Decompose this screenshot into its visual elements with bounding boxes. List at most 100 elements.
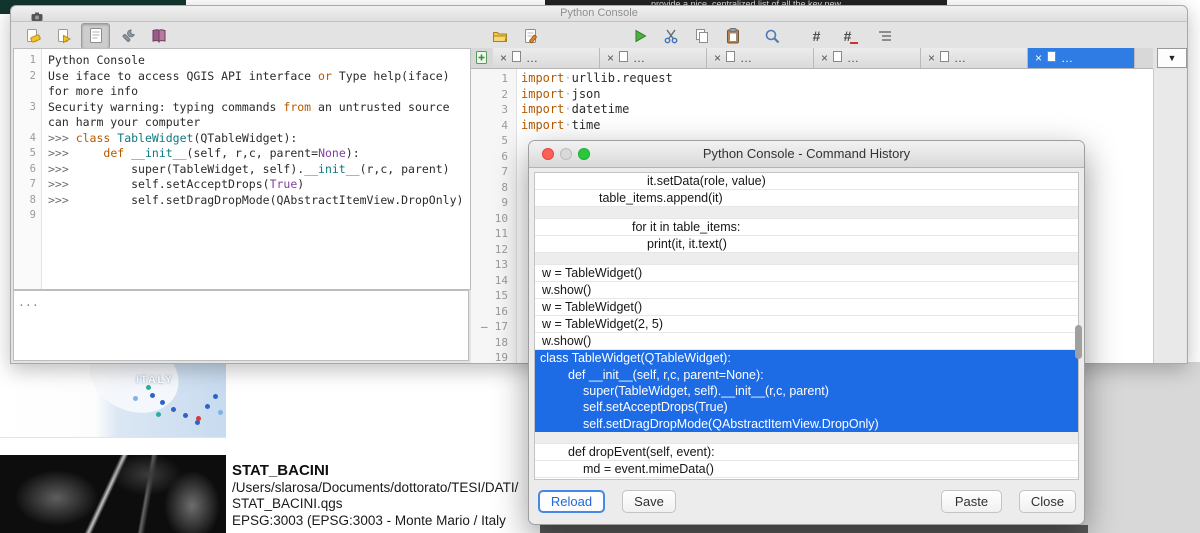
project-path-line2: STAT_BACINI.qgs [232, 496, 542, 512]
map-landmass [77, 363, 190, 427]
save-script-button[interactable] [517, 24, 544, 48]
show-editor-button[interactable] [81, 23, 110, 49]
history-item[interactable] [535, 253, 1078, 265]
uncomment-button[interactable]: # [834, 24, 861, 48]
line-number: 2 [471, 87, 516, 103]
line-number: 5 [471, 133, 516, 149]
options-button[interactable] [114, 24, 141, 48]
line-number: 6 [14, 162, 41, 178]
line-number: 14 [471, 273, 516, 289]
tab-close-icon[interactable]: × [1035, 52, 1042, 64]
map-marker-dot [160, 400, 165, 405]
history-item[interactable]: self.setDragDropMode(QAbstractItemView.D… [535, 416, 1078, 432]
line-number: –17 [471, 319, 516, 335]
history-item[interactable]: w.show() [535, 282, 1078, 299]
history-item-text: w = TableWidget() [535, 266, 642, 280]
editor-tab[interactable]: ×… [600, 48, 707, 68]
window-titlebar[interactable]: Python Console [11, 6, 1187, 22]
script-doc-icon [833, 49, 842, 67]
history-item[interactable]: w = TableWidget() [535, 299, 1078, 316]
history-item[interactable]: md = event.mimeData() [535, 461, 1078, 478]
history-item[interactable]: class TableWidget(QTableWidget): [535, 350, 1078, 366]
line-number: 9 [14, 208, 41, 224]
cut-button[interactable] [657, 24, 684, 48]
history-item[interactable]: table_items.append(it) [535, 190, 1078, 207]
open-script-button[interactable] [486, 24, 513, 48]
history-item[interactable]: def dropEvent(self, event): [535, 444, 1078, 461]
dialog-scrollbar-thumb[interactable] [1075, 325, 1082, 359]
run-script-button[interactable] [626, 24, 653, 48]
line-number: 12 [471, 242, 516, 258]
show-editor-icon [87, 27, 105, 45]
dialog-title: Python Console - Command History [529, 146, 1084, 161]
tab-close-icon[interactable]: × [928, 52, 935, 64]
history-item[interactable]: self.setAcceptDrops(True) [535, 399, 1078, 415]
command-history-dialog: Python Console - Command History it.setD… [528, 140, 1085, 525]
editor-tabs: ×…×…×…×…×…×… [493, 48, 1135, 68]
tab-close-icon[interactable]: × [821, 52, 828, 64]
comment-button[interactable]: # [803, 24, 830, 48]
editor-tab[interactable]: ×… [921, 48, 1028, 68]
map-label-italy: ITALY [136, 374, 173, 386]
editor-tab-active[interactable]: ×… [1028, 48, 1135, 68]
paste-button[interactable]: Paste [941, 490, 1002, 513]
open-script-icon [491, 27, 509, 45]
history-item[interactable] [535, 432, 1078, 444]
fold-marker-icon[interactable]: – [481, 319, 488, 335]
project-title: STAT_BACINI [232, 461, 542, 480]
history-item[interactable]: def __init__(self, r,c, parent=None): [535, 366, 1078, 382]
run-command-button[interactable] [50, 24, 77, 48]
recent-project-thumbnail-satellite[interactable] [0, 455, 226, 533]
line-number: 3 [471, 102, 516, 118]
help-button[interactable] [145, 24, 172, 48]
tab-close-icon[interactable]: × [500, 52, 507, 64]
history-item[interactable]: w = TableWidget(2, 5) [535, 316, 1078, 333]
history-item[interactable]: w = TableWidget() [535, 265, 1078, 282]
tab-label: … [526, 51, 538, 65]
window-title: Python Console [11, 7, 1187, 19]
history-item[interactable]: print(it, it.text() [535, 236, 1078, 253]
history-item[interactable]: for it in table_items: [535, 219, 1078, 236]
editor-scrollbar-track[interactable] [1153, 69, 1186, 363]
line-number: 19 [471, 350, 516, 363]
editor-tab[interactable]: ×… [493, 48, 600, 68]
editor-toolbar: ## [473, 22, 1166, 49]
line-number: 15 [471, 288, 516, 304]
script-doc-icon [512, 49, 521, 67]
history-item-text: class TableWidget(QTableWidget): [535, 351, 731, 365]
new-tab-button[interactable] [471, 48, 493, 68]
clear-console-button[interactable] [19, 24, 46, 48]
dialog-titlebar[interactable]: Python Console - Command History [529, 141, 1084, 168]
tab-list-dropdown-button[interactable]: ▼ [1157, 48, 1187, 68]
save-button[interactable]: Save [622, 490, 676, 513]
tab-close-icon[interactable]: × [607, 52, 614, 64]
recent-project-item[interactable]: STAT_BACINI /Users/slarosa/Documents/dot… [232, 461, 542, 529]
reload-button[interactable]: Reload [538, 490, 605, 513]
code-line: for more info [48, 84, 469, 100]
find-button[interactable] [758, 24, 785, 48]
copy-button[interactable] [688, 24, 715, 48]
close-button[interactable]: Close [1019, 490, 1076, 513]
code-line [48, 208, 469, 224]
console-input-area[interactable]: ... [13, 290, 469, 361]
recent-project-thumbnail-map[interactable]: ITALY [0, 363, 226, 438]
object-inspector-button[interactable] [871, 24, 898, 48]
line-number: 13 [471, 257, 516, 273]
line-number: 11 [471, 226, 516, 242]
editor-tab[interactable]: ×… [707, 48, 814, 68]
comment-icon: # [813, 28, 821, 44]
history-item-text: it.setData(role, value) [535, 174, 766, 188]
line-number: 8 [14, 193, 41, 209]
code-line: import·urllib.request [521, 71, 1153, 87]
tab-close-icon[interactable]: × [714, 52, 721, 64]
history-item[interactable]: super(TableWidget, self).__init__(r,c, p… [535, 383, 1078, 399]
console-output-text: Python ConsoleUse iface to access QGIS A… [48, 53, 469, 289]
paste-button[interactable] [719, 24, 746, 48]
code-line: can harm your computer [48, 115, 469, 131]
editor-tab[interactable]: ×… [814, 48, 921, 68]
code-line: >>> self.setDragDropMode(QAbstractItemVi… [48, 193, 469, 209]
object-inspector-icon [876, 27, 894, 45]
history-item[interactable]: it.setData(role, value) [535, 173, 1078, 190]
history-item[interactable] [535, 207, 1078, 219]
history-item[interactable]: w.show() [535, 333, 1078, 350]
